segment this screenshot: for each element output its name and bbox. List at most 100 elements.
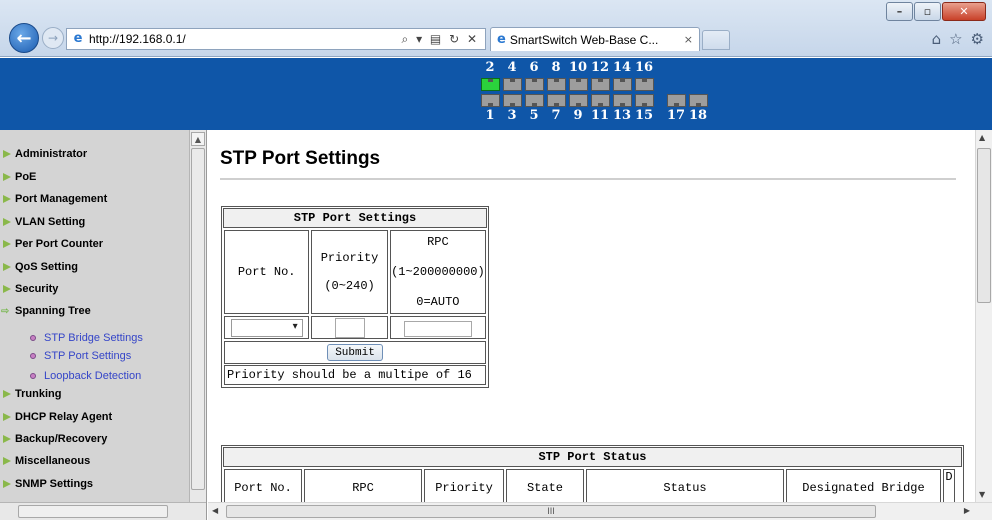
address-url[interactable]: http://192.168.0.1/ [89, 32, 402, 46]
scrollbar-thumb[interactable] [191, 148, 205, 490]
port-label-2: 2 [485, 60, 495, 75]
sidebar-item-poe[interactable]: PoE [0, 167, 36, 187]
sidebar-item-port-management[interactable]: Port Management [0, 189, 107, 209]
port-12-icon[interactable] [591, 78, 610, 91]
submit-button[interactable]: Submit [327, 344, 383, 361]
port-label-6: 6 [529, 60, 539, 75]
rpc-header-range: (1~200000000) [391, 265, 485, 279]
scroll-up-icon[interactable]: ▲ [979, 133, 985, 142]
arrow-right-icon[interactable]: → [42, 27, 64, 49]
port-label-16: 16 [634, 60, 654, 75]
sidebar-item-qos-setting[interactable]: QoS Setting [0, 257, 78, 277]
sidebar-item-backup-recovery[interactable]: Backup/Recovery [0, 429, 107, 449]
sidebar-subitem-stp-bridge-settings[interactable]: STP Bridge Settings [30, 330, 143, 346]
sidebar-item-dhcp-relay-agent[interactable]: DHCP Relay Agent [0, 407, 112, 427]
sidebar-item-per-port-counter[interactable]: Per Port Counter [0, 234, 103, 254]
sidebar-item-label: Miscellaneous [15, 455, 91, 467]
sidebar-item-label: Spanning Tree [15, 305, 91, 317]
scroll-right-icon[interactable]: ▶ [964, 506, 970, 515]
new-tab-button[interactable] [702, 30, 730, 50]
arrow-right-icon [3, 480, 11, 488]
port-label-7: 7 [551, 108, 561, 123]
port-4-icon[interactable] [503, 78, 522, 91]
star-icon[interactable]: ☆ [949, 30, 962, 48]
port-17-icon[interactable] [667, 94, 686, 107]
port-label-11: 11 [590, 108, 610, 123]
port-18-icon[interactable] [689, 94, 708, 107]
home-icon[interactable]: ⌂ [932, 30, 942, 48]
port-select[interactable] [230, 318, 303, 337]
switch-panel-banner: 2 4 6 8 10 12 14 16 1 3 5 7 9 11 13 15 17 18 [0, 58, 992, 130]
port-10-icon[interactable] [569, 78, 588, 91]
scroll-up-icon[interactable]: ▲ [191, 132, 205, 146]
sidebar-item-label: Security [15, 283, 59, 295]
port-label-14: 14 [612, 60, 632, 75]
tab-close-icon[interactable]: × [684, 33, 693, 46]
sidebar-horizontal-scrollbar[interactable] [0, 502, 206, 520]
sidebar-item-spanning-tree[interactable]: ⇨ Spanning Tree [0, 301, 91, 321]
main-vertical-scrollbar[interactable]: ▲ ▼ [975, 130, 992, 502]
port-9-icon[interactable] [569, 94, 588, 107]
bullet-icon [30, 335, 36, 341]
minimize-icon[interactable]: – [886, 2, 913, 21]
sidebar-item-administrator[interactable]: Administrator [0, 144, 87, 164]
window-controls: – ▫ ✕ [885, 2, 986, 21]
port-16-icon[interactable] [635, 78, 654, 91]
scroll-left-icon[interactable]: ◀ [212, 506, 218, 515]
sidebar-item-trunking[interactable]: Trunking [0, 384, 61, 404]
main-content: STP Port Settings STP Port Settings Port… [208, 130, 992, 520]
scrollbar-thumb[interactable]: III [226, 505, 876, 518]
arrow-right-icon [3, 240, 11, 248]
port-3-icon[interactable] [503, 94, 522, 107]
status-table-title: STP Port Status [223, 447, 962, 467]
sidebar-item-label: VLAN Setting [15, 216, 86, 228]
rpc-input[interactable] [403, 321, 472, 337]
gear-icon[interactable]: ⚙ [971, 30, 984, 48]
sidebar-subitem-stp-port-settings[interactable]: STP Port Settings [30, 348, 131, 364]
port-label-5: 5 [529, 108, 539, 123]
scroll-down-icon[interactable]: ▼ [979, 490, 985, 499]
ie-logo-icon: e [73, 31, 83, 46]
port-1-icon[interactable] [481, 94, 500, 107]
sidebar-vertical-scrollbar[interactable]: ▲ [189, 130, 206, 502]
sidebar-item-vlan-setting[interactable]: VLAN Setting [0, 212, 85, 232]
address-bar[interactable]: e http://192.168.0.1/ ⌕ ▾ ▤ ↻ ✕ [66, 28, 486, 50]
scrollbar-thumb[interactable] [18, 505, 168, 518]
close-icon[interactable]: ✕ [942, 2, 986, 21]
port-11-icon[interactable] [591, 94, 610, 107]
priority-note: Priority should be a multipe of 16 [224, 365, 486, 385]
arrow-right-icon [3, 195, 11, 203]
port-7-icon[interactable] [547, 94, 566, 107]
port-14-icon[interactable] [613, 78, 632, 91]
port-6-icon[interactable] [525, 78, 544, 91]
priority-input[interactable] [334, 317, 365, 338]
main-horizontal-scrollbar[interactable]: ◀ III ▶ [208, 502, 992, 520]
sidebar-item-security[interactable]: Security [0, 279, 58, 299]
port-label-18: 18 [688, 108, 708, 123]
port-8-icon[interactable] [547, 78, 566, 91]
rpc-header-label: RPC [427, 235, 449, 249]
stp-port-settings-table: STP Port Settings Port No. Priority (0~2… [221, 206, 489, 388]
browser-tab[interactable]: e SmartSwitch Web-Base C... × [490, 27, 700, 51]
sidebar-item-label: Backup/Recovery [15, 433, 108, 445]
arrow-left-icon[interactable]: ← [9, 23, 39, 53]
column-header-rpc: RPC (1~200000000) 0=AUTO [389, 230, 486, 314]
sidebar-item-miscellaneous[interactable]: Miscellaneous [0, 451, 90, 471]
port-2-icon[interactable] [481, 78, 500, 91]
tab-title: SmartSwitch Web-Base C... [509, 32, 659, 47]
port-5-icon[interactable] [525, 94, 544, 107]
sidebar-item-snmp-settings[interactable]: SNMP Settings [0, 474, 93, 494]
port-13-icon[interactable] [613, 94, 632, 107]
scrollbar-thumb[interactable] [977, 148, 991, 303]
priority-header-range: (0~240) [324, 279, 375, 293]
sidebar-subitem-loopback-detection[interactable]: Loopback Detection [30, 368, 141, 384]
port-label-8: 8 [551, 60, 561, 75]
arrow-right-icon [3, 263, 11, 271]
port-15-icon[interactable] [635, 94, 654, 107]
browser-toolbar-icons: ⌂ ☆ ⚙ [932, 30, 984, 48]
page-title: STP Port Settings [220, 148, 381, 169]
maximize-icon[interactable]: ▫ [914, 2, 941, 21]
address-bar-tools[interactable]: ⌕ ▾ ▤ ↻ ✕ [402, 32, 485, 47]
arrow-right-icon [3, 285, 11, 293]
port-label-4: 4 [507, 60, 517, 75]
